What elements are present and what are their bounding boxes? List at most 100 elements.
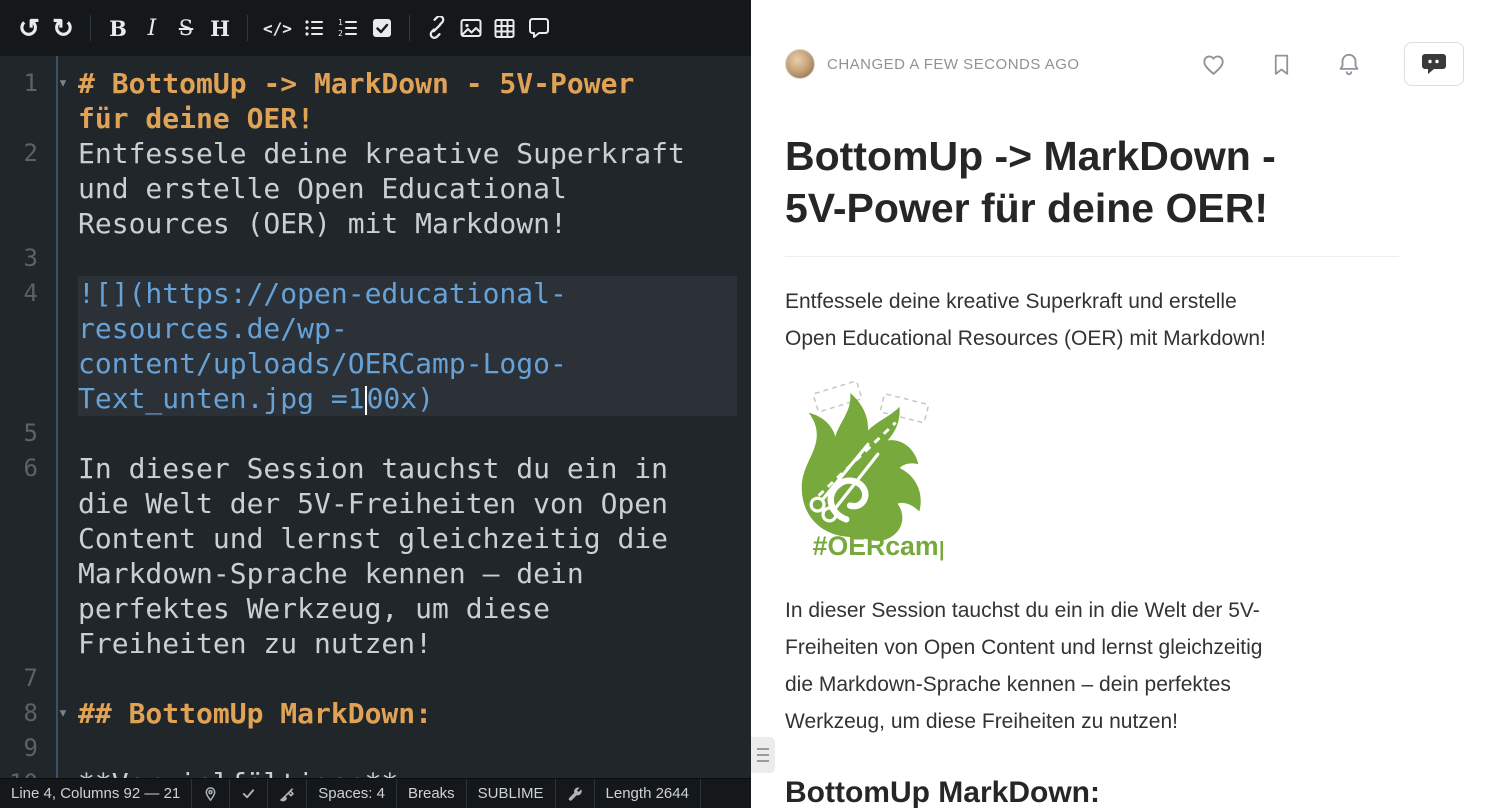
svg-text:1: 1 [338, 18, 343, 27]
code-line-text [78, 416, 737, 451]
code-row[interactable]: 3 [0, 241, 751, 276]
code-row[interactable]: und erstelle Open Educational [0, 171, 751, 206]
fold-chevron-icon[interactable]: ▾ [48, 66, 78, 101]
keymap-status-button[interactable]: SUBLIME [467, 779, 556, 808]
code-line-text: content/uploads/OERCamp-Logo- [78, 346, 737, 381]
spellcheck-status-button[interactable] [230, 779, 268, 808]
paragraph-intro: Entfessele deine kreative Superkraft und… [785, 283, 1399, 357]
fold-spacer [48, 381, 78, 416]
code-row[interactable]: Text_unten.jpg =100x) [0, 381, 751, 416]
line-number: 4 [0, 276, 48, 311]
unordered-list-button[interactable] [297, 9, 331, 47]
code-row[interactable]: perfektes Werkzeug, um diese [0, 591, 751, 626]
heading-button[interactable]: H [203, 9, 237, 47]
fold-spacer [48, 416, 78, 451]
undo-button[interactable]: ↺ [12, 9, 46, 47]
pin-icon [203, 786, 218, 802]
checklist-button[interactable] [365, 9, 399, 47]
fold-spacer [48, 276, 78, 311]
code-line-text: Freiheiten zu nutzen! [78, 626, 737, 661]
like-button[interactable] [1200, 51, 1227, 78]
ordered-list-icon: 12 [337, 17, 359, 39]
fold-spacer [48, 626, 78, 661]
wrench-icon [567, 786, 583, 802]
code-line-text: **Vervielfältigen** [78, 766, 737, 778]
fold-spacer [48, 521, 78, 556]
fold-spacer [48, 556, 78, 591]
code-row[interactable]: Freiheiten zu nutzen! [0, 626, 751, 661]
strikethrough-button[interactable]: S [169, 9, 203, 47]
toolbar-separator [409, 15, 410, 41]
markdown-editor-pane: ↺ ↻ B I S H </> 12 1▾# Bott [0, 0, 751, 808]
author-avatar[interactable] [785, 49, 815, 79]
code-line-text: ![](https://open-educational- [78, 276, 737, 311]
code-row[interactable]: für deine OER! [0, 101, 751, 136]
breaks-status-button[interactable]: Breaks [397, 779, 467, 808]
bell-icon [1336, 51, 1362, 77]
code-row[interactable]: 2Entfessele deine kreative Superkraft [0, 136, 751, 171]
preferences-status-button[interactable] [556, 779, 595, 808]
redo-button[interactable]: ↻ [46, 9, 80, 47]
line-number: 6 [0, 451, 48, 486]
code-line-text: perfektes Werkzeug, um diese [78, 591, 737, 626]
comment-icon [527, 16, 551, 40]
subscribe-button[interactable] [1336, 51, 1362, 77]
code-line-text [78, 661, 737, 696]
fold-spacer [48, 171, 78, 206]
code-row[interactable]: Markdown-Sprache kennen – dein [0, 556, 751, 591]
spaces-status-button[interactable]: Spaces: 4 [307, 779, 397, 808]
heart-icon [1200, 51, 1227, 78]
line-number [0, 346, 48, 381]
logo-caption: #OERcamp [813, 531, 943, 561]
code-row[interactable]: Resources (OER) mit Markdown! [0, 206, 751, 241]
bookmark-button[interactable] [1269, 52, 1294, 77]
fold-spacer [48, 766, 78, 778]
code-editor[interactable]: 1▾# BottomUp -> MarkDown - 5V-Powerfür d… [0, 56, 751, 778]
code-line-text: resources.de/wp- [78, 311, 737, 346]
bold-button[interactable]: B [101, 9, 135, 47]
ordered-list-button[interactable]: 12 [331, 9, 365, 47]
code-line-text: die Welt der 5V-Freiheiten von Open [78, 486, 737, 521]
oercamp-logo-image[interactable]: #OERcamp [785, 381, 1399, 566]
checklist-icon [371, 17, 393, 39]
markdown-preview-pane: CHANGED A FEW SECONDS AGO BottomUp -> Ma… [751, 0, 1500, 808]
line-number: 1 [0, 66, 48, 101]
code-row[interactable]: 4 ![](https://open-educational- [0, 276, 751, 311]
open-comments-button[interactable] [1404, 42, 1464, 86]
code-line-text: # BottomUp -> MarkDown - 5V-Power [78, 66, 737, 101]
line-number: 8 [0, 696, 48, 731]
fold-spacer [48, 101, 78, 136]
code-row[interactable]: 1▾# BottomUp -> MarkDown - 5V-Power [0, 66, 751, 101]
code-row[interactable]: 10**Vervielfältigen** [0, 766, 751, 778]
code-row[interactable]: 9 [0, 731, 751, 766]
line-number [0, 311, 48, 346]
cursor-position-status[interactable]: Line 4, Columns 92 — 21 [0, 779, 192, 808]
code-row[interactable]: 7 [0, 661, 751, 696]
pin-status-button[interactable] [192, 779, 230, 808]
insert-link-button[interactable] [420, 9, 454, 47]
fold-spacer [48, 346, 78, 381]
italic-button[interactable]: I [135, 9, 169, 47]
theme-status-button[interactable] [268, 779, 307, 808]
comment-button[interactable] [522, 9, 556, 47]
code-line-text [78, 731, 737, 766]
line-number [0, 521, 48, 556]
pane-resize-handle[interactable] [751, 737, 775, 773]
insert-image-button[interactable] [454, 9, 488, 47]
code-row[interactable]: resources.de/wp- [0, 311, 751, 346]
code-row[interactable]: Content und lernst gleichzeitig die [0, 521, 751, 556]
code-line-text: und erstelle Open Educational [78, 171, 737, 206]
insert-table-button[interactable] [488, 9, 522, 47]
code-row[interactable]: 5 [0, 416, 751, 451]
fold-chevron-icon[interactable]: ▾ [48, 696, 78, 731]
code-row[interactable]: 6In dieser Session tauchst du ein in [0, 451, 751, 486]
last-changed-label: CHANGED A FEW SECONDS AGO [827, 56, 1080, 73]
code-row[interactable]: content/uploads/OERCamp-Logo- [0, 346, 751, 381]
code-rows: 1▾# BottomUp -> MarkDown - 5V-Powerfür d… [0, 66, 751, 778]
code-row[interactable]: die Welt der 5V-Freiheiten von Open [0, 486, 751, 521]
undo-icon: ↺ [18, 13, 40, 44]
check-icon [241, 786, 256, 801]
code-row[interactable]: 8▾## BottomUp MarkDown: [0, 696, 751, 731]
fold-spacer [48, 451, 78, 486]
code-block-button[interactable]: </> [258, 9, 297, 47]
